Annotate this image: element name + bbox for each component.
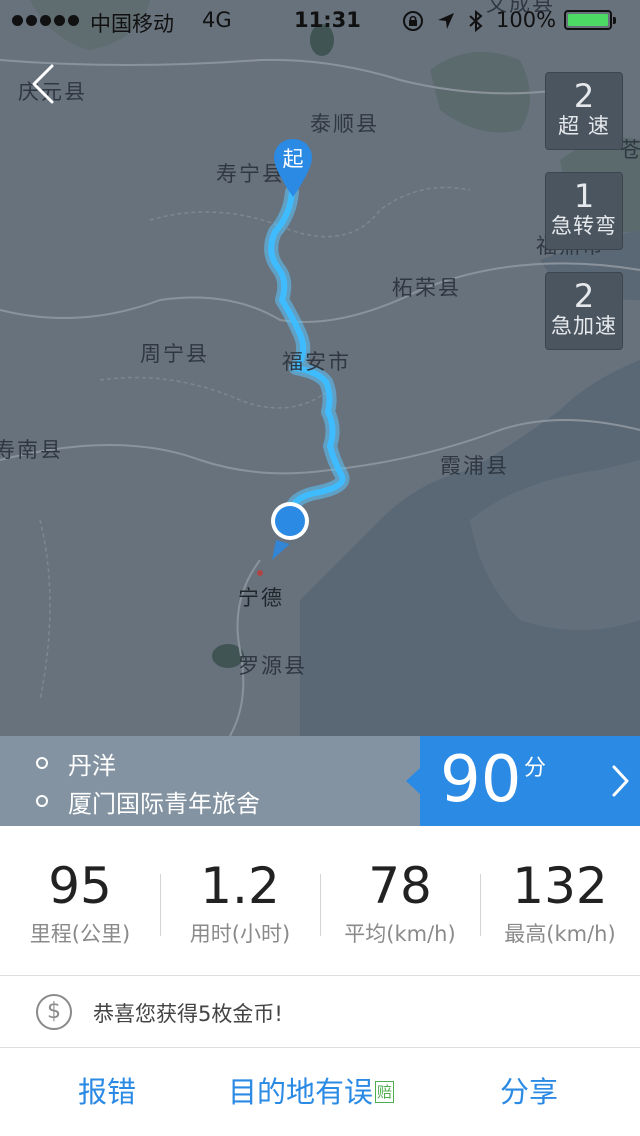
score-unit: 分 (524, 756, 547, 781)
location-pin-icon (271, 502, 309, 560)
map-place-label: 泰顺县 (310, 112, 379, 136)
compensation-tag: 赔 (375, 1081, 395, 1103)
coin-reward-row: $ 恭喜您获得5枚金币! (0, 976, 640, 1048)
map-place-label: 柘荣县 (392, 276, 461, 300)
route-start: 丹洋 (36, 744, 260, 782)
start-marker[interactable]: 起 (272, 137, 314, 199)
end-marker[interactable] (268, 500, 312, 564)
carrier-name: 中国移动 (90, 12, 174, 36)
route-end-label: 厦门国际青年旅舍 (68, 789, 260, 818)
route-endpoints: 丹洋 厦门国际青年旅舍 (36, 744, 260, 820)
destination-error-label: 目的地有误 (228, 1075, 374, 1109)
stat-value: 1.2 (200, 857, 280, 915)
stat-caption: 用时(小时) (189, 922, 291, 946)
badge-label: 超 速 (558, 114, 610, 138)
circle-icon (36, 795, 48, 807)
stat-caption: 里程(公里) (29, 922, 131, 946)
destination-error-button[interactable]: 目的地有误赔 (228, 1048, 395, 1136)
dollar-coin-icon: $ (36, 994, 72, 1030)
badge-count: 2 (573, 77, 595, 115)
stat-value: 132 (512, 857, 608, 915)
chevron-right-icon (612, 765, 629, 797)
start-marker-label: 起 (282, 147, 304, 171)
map-place-label: 寿南县 (0, 438, 63, 462)
network-type: 4G (202, 8, 232, 32)
sharp-turn-badge[interactable]: 1 急转弯 (545, 172, 623, 250)
map-place-label: 霞浦县 (440, 454, 509, 478)
share-button[interactable]: 分享 (500, 1048, 558, 1136)
status-bar: 中国移动 4G 11:31 100% (0, 0, 640, 40)
score-value: 90 (440, 743, 522, 817)
back-button[interactable] (26, 62, 66, 106)
action-bar: 报错 目的地有误赔 分享 (0, 1048, 640, 1136)
stat-max-speed: 132 最高(km/h) (480, 826, 640, 976)
location-arrow-icon (438, 13, 454, 29)
trip-stats: 95 里程(公里) 1.2 用时(小时) 78 平均(km/h) 132 最高(… (0, 826, 640, 976)
stat-duration: 1.2 用时(小时) (160, 826, 320, 976)
back-arrow-icon (32, 64, 54, 104)
stat-caption: 平均(km/h) (344, 922, 456, 946)
battery-icon (564, 10, 616, 30)
speeding-badge[interactable]: 2 超 速 (545, 72, 623, 150)
clock: 11:31 (294, 8, 361, 32)
signal-strength-icon (12, 15, 79, 26)
stat-value: 78 (368, 857, 432, 915)
bluetooth-icon (469, 9, 483, 33)
route-end: 厦门国际青年旅舍 (36, 782, 260, 820)
battery-percent: 100% (496, 8, 557, 32)
route-score-bar: 丹洋 厦门国际青年旅舍 90 分 (0, 736, 640, 826)
badge-label: 急转弯 (551, 214, 617, 238)
stat-distance: 95 里程(公里) (0, 826, 160, 976)
report-error-button[interactable]: 报错 (78, 1048, 136, 1136)
score-button[interactable]: 90 分 (406, 736, 640, 826)
stat-value: 95 (48, 857, 112, 915)
stat-caption: 最高(km/h) (504, 922, 616, 946)
stat-average-speed: 78 平均(km/h) (320, 826, 480, 976)
map-place-label: 宁德 (238, 586, 284, 610)
coin-reward-text: 恭喜您获得5枚金币! (93, 1002, 283, 1026)
route-start-label: 丹洋 (68, 751, 116, 780)
badge-count: 2 (573, 277, 595, 315)
badge-count: 1 (573, 177, 595, 215)
map-place-label: 福安市 (282, 350, 351, 374)
map-view[interactable]: 庆元县 泰顺县 寿宁县 柘荣县 周宁县 福安市 寿南县 霞浦县 宁德 罗源县 福… (0, 0, 640, 736)
map-place-label: 周宁县 (140, 342, 209, 366)
rotation-lock-icon (403, 11, 423, 31)
rapid-acceleration-badge[interactable]: 2 急加速 (545, 272, 623, 350)
map-place-label: 苍 (620, 138, 640, 162)
badge-label: 急加速 (551, 314, 617, 338)
circle-icon (36, 757, 48, 769)
map-place-label: 罗源县 (238, 654, 307, 678)
